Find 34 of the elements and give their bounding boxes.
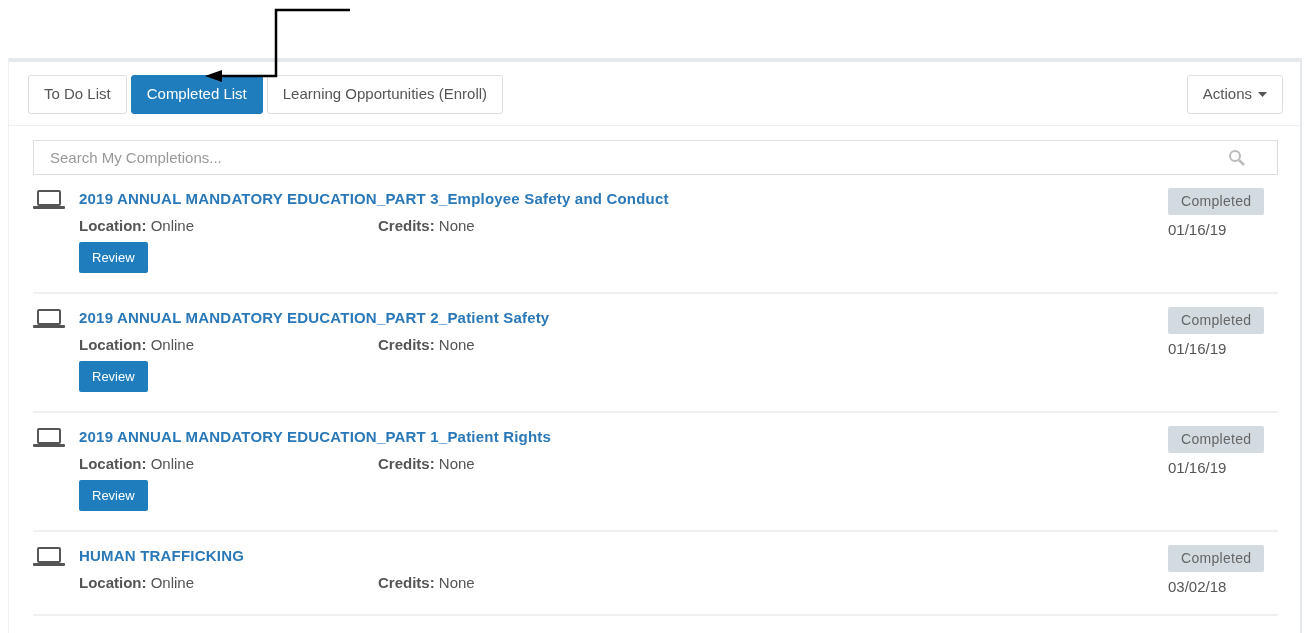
laptop-icon [33, 427, 65, 447]
tab[interactable]: To Do List [28, 75, 127, 114]
status-badge: Completed [1168, 306, 1265, 334]
completion-date: 01/16/19 [1168, 457, 1227, 478]
tab[interactable]: Learning Opportunities (Enroll) [266, 75, 504, 114]
actions-dropdown[interactable]: Actions [1186, 75, 1283, 114]
laptop-icon [33, 546, 65, 566]
laptop-icon [33, 308, 65, 328]
credits-text: Credits: None [378, 573, 475, 593]
location-text: Location: Online [79, 454, 196, 474]
status-badge: Completed [1168, 187, 1265, 215]
caret-icon [1258, 91, 1267, 97]
completion-date: 01/16/19 [1168, 338, 1227, 359]
status-badge: Completed [1168, 544, 1265, 572]
location-text: Location: Online [79, 573, 196, 593]
status-badge: Completed [1168, 425, 1265, 453]
completion-date: 01/16/19 [1168, 219, 1227, 240]
review-button[interactable]: Review [79, 241, 148, 273]
course-title-link[interactable]: 2019 ANNUAL MANDATORY EDUCATION_PART 1_Patient Rights [79, 427, 552, 445]
laptop-icon [33, 189, 65, 209]
credits-text: Credits: None [378, 335, 475, 355]
tab[interactable]: Completed List [130, 75, 263, 114]
location-text: Location: Online [79, 335, 196, 355]
search-icon [1228, 148, 1245, 166]
course-title-link[interactable]: 2019 ANNUAL MANDATORY EDUCATION_PART 3_Employee Safety and Conduct [79, 189, 669, 207]
course-title-link[interactable]: 2019 ANNUAL MANDATORY EDUCATION_PART 2_Patient Safety [79, 308, 550, 326]
location-text: Location: Online [79, 216, 196, 236]
course-title-link[interactable]: HUMAN TRAFFICKING [79, 546, 245, 564]
review-button[interactable]: Review [79, 360, 148, 392]
credits-text: Credits: None [378, 454, 475, 474]
search-field[interactable]: Search My Completions... [33, 139, 1278, 175]
review-button[interactable]: Review [79, 479, 148, 511]
completion-date: 03/02/18 [1168, 576, 1227, 597]
credits-text: Credits: None [378, 216, 475, 236]
